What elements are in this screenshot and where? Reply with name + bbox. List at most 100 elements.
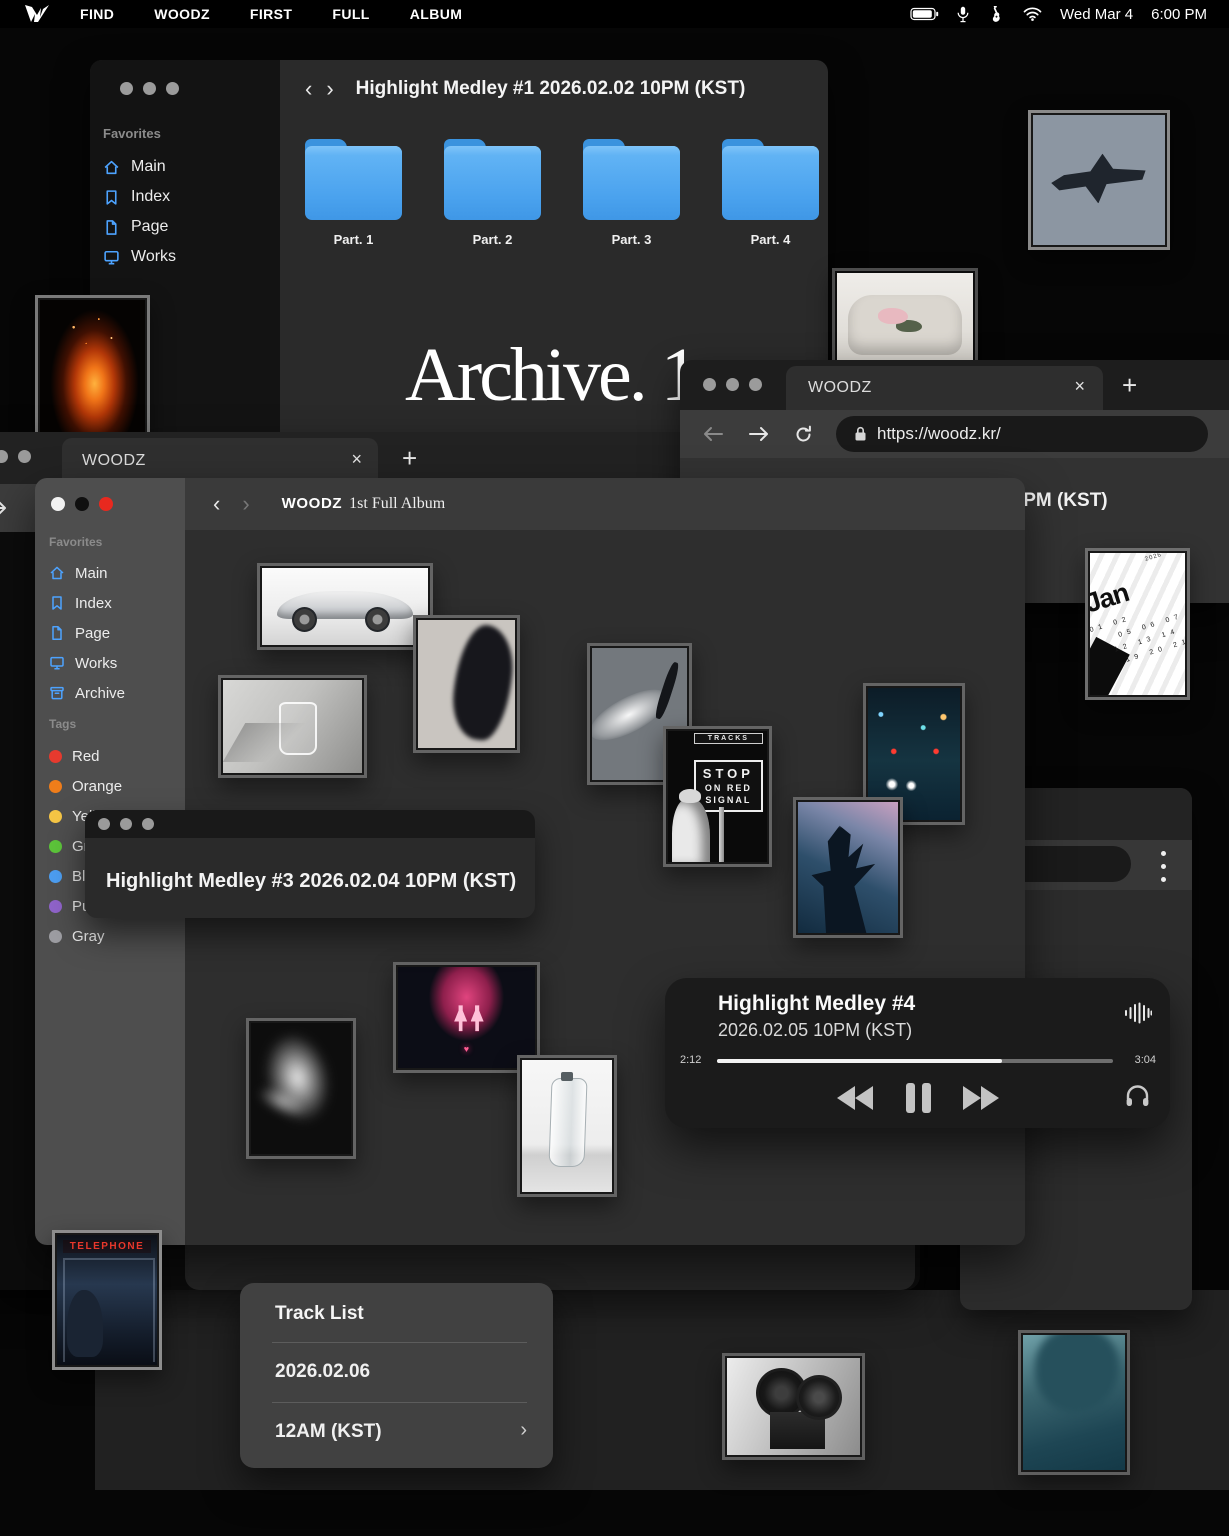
tab-title: WOODZ [82,452,146,470]
minimize-button[interactable] [726,378,739,391]
progress-fill [717,1059,1002,1063]
finder1-traffic-lights [120,82,179,95]
menu-item-first[interactable]: FIRST [250,6,292,22]
menu-item-find[interactable]: FIND [80,6,114,22]
tab-close-icon[interactable]: × [1074,376,1085,397]
minimize-button[interactable] [75,497,89,511]
close-button[interactable] [98,818,110,830]
finder4-traffic-lights [51,497,113,511]
back-chevron[interactable]: ‹ [213,493,220,515]
stop-sign-photo[interactable]: TRACKS STOP ON RED SIGNAL [663,726,772,867]
hand-silhouette-photo[interactable] [793,797,903,938]
zoom-button[interactable] [142,818,154,830]
folder-label: Part. 3 [612,232,652,247]
chevron-right-icon[interactable]: › [520,1419,527,1442]
zoom-button[interactable] [18,450,31,463]
lock-icon [854,426,867,442]
tag-red[interactable]: Red [49,741,122,771]
zoom-button[interactable] [166,82,179,95]
kebab-menu-icon[interactable] [1160,851,1166,882]
sidebar-item-label: Main [75,565,108,582]
glass-photo[interactable] [218,675,367,778]
fast-forward-button[interactable] [961,1082,1001,1114]
folder-part-4[interactable]: Part. 4 [722,138,819,247]
sidebar-item-works[interactable]: Works [103,242,176,272]
folder-part-2[interactable]: Part. 2 [444,138,541,247]
forward-arrow-icon[interactable] [748,425,770,443]
reload-icon[interactable] [794,425,813,444]
home-icon [103,159,120,176]
close-button[interactable] [703,378,716,391]
zoom-button[interactable] [99,497,113,511]
divider [272,1342,527,1343]
car-photo[interactable] [257,563,433,650]
forward-arrow-icon[interactable] [0,499,8,517]
popup3-title-bar [85,810,535,838]
silhouette-photo[interactable] [413,615,520,753]
forward-chevron[interactable]: › [242,493,249,515]
close-button[interactable] [120,82,133,95]
sidebar-item-main[interactable]: Main [103,152,176,182]
menu-item-album[interactable]: ALBUM [410,6,463,22]
guitar-icon[interactable] [987,6,1005,23]
equalizer-icon [1124,1002,1152,1024]
track-list-date-row[interactable]: 2026.02.06 [275,1361,370,1383]
browser2-tab[interactable]: WOODZ × [786,366,1103,410]
new-tab-button[interactable]: + [1122,370,1137,401]
new-tab-button[interactable]: + [402,443,417,474]
pause-button[interactable] [903,1082,933,1114]
menu-item-full[interactable]: FULL [332,6,369,22]
zoom-button[interactable] [749,378,762,391]
sidebar-item-archive[interactable]: Archive [49,678,125,708]
sidebar-item-label: Works [75,655,117,672]
rewind-button[interactable] [835,1082,875,1114]
red-tag-dot [49,750,62,763]
forward-chevron[interactable]: › [326,78,333,100]
menubar-clock[interactable]: 6:00 PM [1151,6,1207,23]
film-projector-photo [722,1353,865,1460]
browser3-traffic-lights [0,450,31,463]
url-text: https://woodz.kr/ [877,424,1001,444]
sidebar-item-index[interactable]: Index [103,182,176,212]
sidebar-item-index[interactable]: Index [49,588,125,618]
archive-headline: Archive. 1 [405,332,696,419]
sidebar-item-main[interactable]: Main [49,558,125,588]
menu-item-woodz[interactable]: WOODZ [154,6,210,22]
tag-orange[interactable]: Orange [49,771,122,801]
url-bar[interactable]: https://woodz.kr/ [836,416,1208,452]
finder1-title: Highlight Medley #1 2026.02.02 10PM (KST… [356,78,746,100]
plane-photo [1028,110,1170,250]
folder-label: Part. 4 [751,232,791,247]
sidebar-item-label: Page [75,625,110,642]
folder-part-3[interactable]: Part. 3 [583,138,680,247]
track-list-time-row[interactable]: 12AM (KST) [275,1421,382,1443]
title-subtitle: 1st Full Album [349,495,445,513]
back-arrow-icon[interactable] [702,425,724,443]
tab-close-icon[interactable]: × [351,449,362,470]
motion-blur-photo[interactable] [246,1018,356,1159]
browser2-traffic-lights [703,378,762,391]
back-chevron[interactable]: ‹ [305,78,312,100]
bottle-photo[interactable] [517,1055,617,1197]
folder-part-1[interactable]: Part. 1 [305,138,402,247]
tag-gray[interactable]: Gray [49,921,122,951]
headphones-icon[interactable] [1125,1084,1150,1108]
menubar-date[interactable]: Wed Mar 4 [1060,6,1133,23]
minimize-button[interactable] [0,450,8,463]
minimize-button[interactable] [120,818,132,830]
close-button[interactable] [51,497,65,511]
sidebar-item-page[interactable]: Page [49,618,125,648]
progress-bar[interactable] [717,1059,1113,1063]
battery-icon[interactable] [910,7,939,21]
yellow-tag-dot [49,810,62,823]
sidebar-item-page[interactable]: Page [103,212,176,242]
sidebar-item-works[interactable]: Works [49,648,125,678]
home-icon [49,565,65,581]
orange-tag-dot [49,780,62,793]
minimize-button[interactable] [143,82,156,95]
wifi-icon[interactable] [1023,7,1042,21]
microphone-icon[interactable] [957,6,969,23]
woodz-logo-icon[interactable] [24,4,50,24]
telephone-sign-text: TELEPHONE [63,1240,151,1253]
page-icon [49,625,65,641]
